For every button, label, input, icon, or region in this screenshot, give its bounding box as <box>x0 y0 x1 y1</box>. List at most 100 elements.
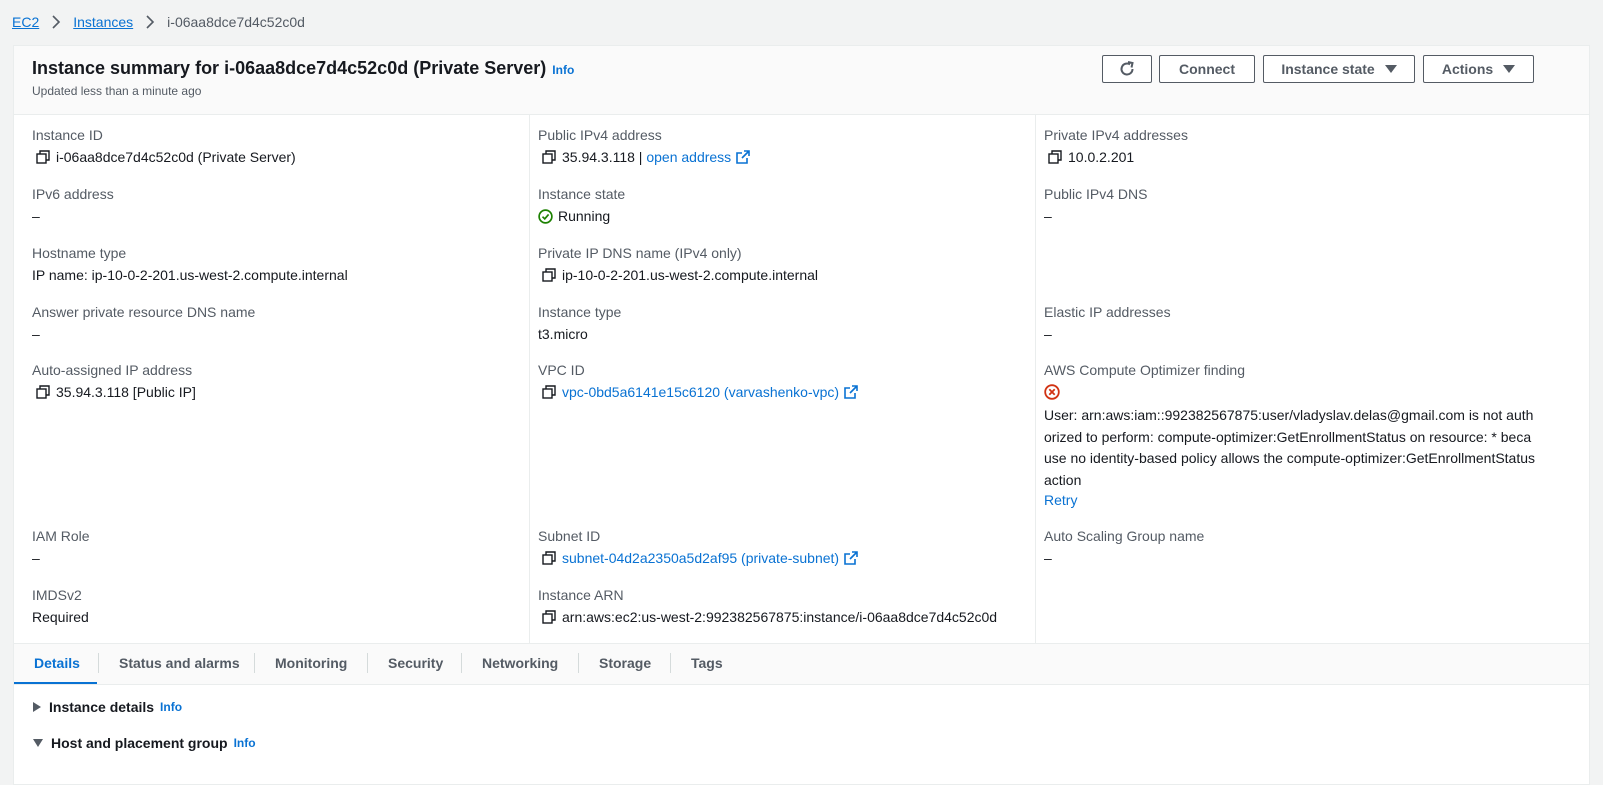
field-label: Public IPv4 DNS <box>1044 186 1148 202</box>
copy-icon[interactable] <box>1048 150 1062 164</box>
column-divider <box>1035 115 1036 643</box>
actions-label: Actions <box>1441 61 1494 77</box>
caret-down-icon <box>33 739 43 747</box>
field-label: IMDSv2 <box>32 587 82 603</box>
subnet-id-field: Subnet ID subnet-04d2a2350a5d2af95 (priv… <box>538 528 858 566</box>
instance-state-value: Running <box>558 208 611 224</box>
vpc-id-link[interactable]: vpc-0bd5a6141e15c6120 (varvashenko-vpc) <box>562 384 839 400</box>
hostname-type-field: Hostname type IP name: ip-10-0-2-201.us-… <box>32 245 348 283</box>
open-address-link[interactable]: open address <box>646 149 731 165</box>
field-label: Private IPv4 addresses <box>1044 127 1188 143</box>
tab-status-and-alarms[interactable]: Status and alarms <box>99 644 260 682</box>
info-link[interactable]: Info <box>234 736 256 750</box>
subnet-id-link[interactable]: subnet-04d2a2350a5d2af95 (private-subnet… <box>562 550 839 566</box>
breadcrumb-ec2[interactable]: EC2 <box>12 14 39 30</box>
instance-arn-value: arn:aws:ec2:us-west-2:992382567875:insta… <box>562 609 998 625</box>
external-link-icon[interactable] <box>844 551 858 565</box>
instance-state-label: Instance state <box>1281 61 1375 77</box>
instance-arn-field: Instance ARN arn:aws:ec2:us-west-2:99238… <box>538 587 997 625</box>
private-dns-value: ip-10-0-2-201.us-west-2.compute.internal <box>562 267 819 283</box>
error-icon <box>1044 384 1060 400</box>
public-dns-value: – <box>1044 208 1052 224</box>
tab-details[interactable]: Details <box>14 644 97 684</box>
copy-icon[interactable] <box>542 385 556 399</box>
ipv6-field: IPv6 address – <box>32 186 114 224</box>
field-label: Instance state <box>538 186 626 202</box>
answer-dns-field: Answer private resource DNS name – <box>32 304 255 342</box>
public-dns-field: Public IPv4 DNS – <box>1044 186 1147 224</box>
instance-type-value: t3.micro <box>538 326 588 342</box>
column-divider <box>529 115 530 643</box>
field-label: Subnet ID <box>538 528 601 544</box>
breadcrumb-instances[interactable]: Instances <box>73 14 133 30</box>
private-ipv4-value: 10.0.2.201 <box>1068 149 1135 165</box>
updated-text: Updated less than a minute ago <box>32 84 202 98</box>
instance-state-status: Running <box>538 208 625 224</box>
public-ipv4-value: 35.94.3.118 | <box>562 149 647 165</box>
panel-header: Instance summary for i-06aa8dce7d4c52c0d… <box>14 46 1589 115</box>
tab-networking[interactable]: Networking <box>462 644 578 682</box>
retry-link[interactable]: Retry <box>1044 492 1536 508</box>
copy-icon[interactable] <box>36 150 50 164</box>
tab-tags[interactable]: Tags <box>671 644 743 682</box>
field-label: IPv6 address <box>32 186 114 202</box>
caret-down-icon <box>1503 65 1516 73</box>
actions-button[interactable]: Actions <box>1423 55 1534 83</box>
connect-button[interactable]: Connect <box>1159 55 1255 83</box>
caret-down-icon <box>1384 65 1397 73</box>
copy-icon[interactable] <box>542 268 556 282</box>
refresh-icon <box>1120 61 1134 76</box>
external-link-icon[interactable] <box>736 150 750 164</box>
field-label: Hostname type <box>32 245 127 261</box>
check-circle-icon <box>538 208 553 224</box>
field-label: VPC ID <box>538 362 585 378</box>
external-link-icon[interactable] <box>844 385 858 399</box>
imdsv2-value: Required <box>32 609 89 625</box>
private-ipv4-field: Private IPv4 addresses 10.0.2.201 <box>1044 127 1188 165</box>
connect-label: Connect <box>1179 61 1235 77</box>
asg-name-field: Auto Scaling Group name – <box>1044 528 1204 566</box>
instance-details-section[interactable]: Instance details Info <box>33 699 182 715</box>
section-title: Instance details <box>49 699 155 715</box>
section-title: Host and placement group <box>51 735 228 751</box>
auto-ip-value: 35.94.3.118 [Public IP] <box>56 384 196 400</box>
auto-ip-field: Auto-assigned IP address 35.94.3.118 [Pu… <box>32 362 196 400</box>
field-label: IAM Role <box>32 528 90 544</box>
vpc-id-field: VPC ID vpc-0bd5a6141e15c6120 (varvashenk… <box>538 362 858 400</box>
caret-right-icon <box>33 702 41 712</box>
private-dns-field: Private IP DNS name (IPv4 only) ip-10-0-… <box>538 245 818 283</box>
public-ipv4-field: Public IPv4 address 35.94.3.118 | open a… <box>538 127 750 165</box>
optimizer-field: AWS Compute Optimizer finding User: arn:… <box>1044 362 1536 508</box>
tab-security[interactable]: Security <box>368 644 463 682</box>
field-label: Instance ARN <box>538 587 624 603</box>
chevron-right-icon <box>146 15 155 29</box>
copy-icon[interactable] <box>36 385 50 399</box>
field-label: Private IP DNS name (IPv4 only) <box>538 245 742 261</box>
breadcrumb-current: i-06aa8dce7d4c52c0d <box>167 14 305 30</box>
instance-state-button[interactable]: Instance state <box>1263 55 1415 83</box>
field-label: AWS Compute Optimizer finding <box>1044 362 1245 378</box>
imdsv2-field: IMDSv2 Required <box>32 587 89 625</box>
asg-name-value: – <box>1044 550 1052 566</box>
hostname-type-value: IP name: ip-10-0-2-201.us-west-2.compute… <box>32 267 348 283</box>
instance-summary-panel: Instance summary for i-06aa8dce7d4c52c0d… <box>13 45 1590 785</box>
tab-storage[interactable]: Storage <box>579 644 671 682</box>
chevron-right-icon <box>52 15 61 29</box>
iam-role-value: – <box>32 550 40 566</box>
info-link[interactable]: Info <box>552 63 574 77</box>
info-link[interactable]: Info <box>160 700 182 714</box>
field-label: Instance type <box>538 304 622 320</box>
copy-icon[interactable] <box>542 150 556 164</box>
details-tabs: Details Status and alarms Monitoring Sec… <box>14 643 1589 685</box>
copy-icon[interactable] <box>542 610 556 624</box>
iam-role-field: IAM Role – <box>32 528 90 566</box>
host-placement-section[interactable]: Host and placement group Info <box>33 735 256 751</box>
breadcrumb: EC2 Instances i-06aa8dce7d4c52c0d <box>12 12 305 32</box>
instance-id-value: i-06aa8dce7d4c52c0d (Private Server) <box>56 149 296 165</box>
ipv6-value: – <box>32 208 40 224</box>
copy-icon[interactable] <box>542 551 556 565</box>
elastic-ip-field: Elastic IP addresses – <box>1044 304 1171 342</box>
refresh-button[interactable] <box>1102 55 1152 83</box>
tab-monitoring[interactable]: Monitoring <box>255 644 367 682</box>
field-label: Public IPv4 address <box>538 127 662 143</box>
